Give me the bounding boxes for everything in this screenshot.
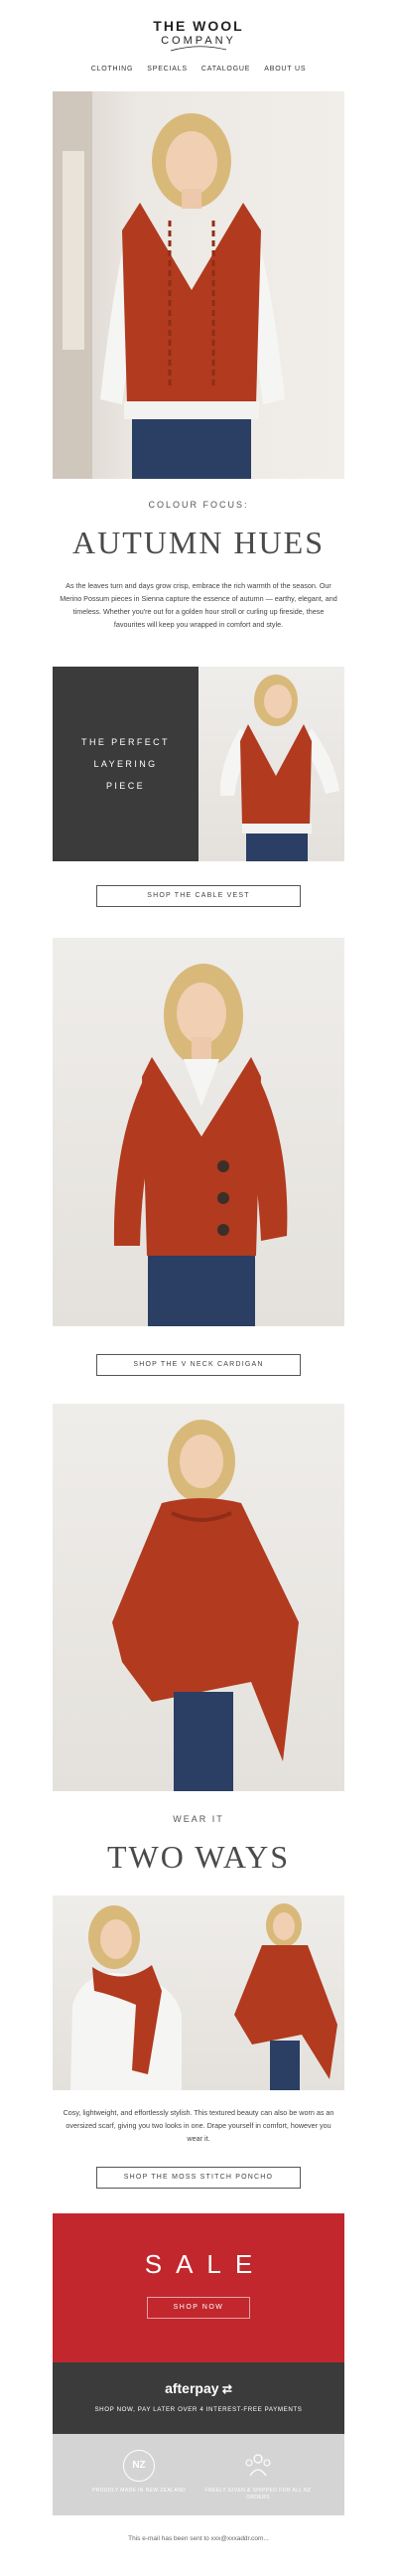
- badge-free-shipping-text: FREELY GIVEN & SHIPPED FOR ALL NZ ORDERS: [204, 2488, 312, 2500]
- email-page: THE WOOL COMPANY CLOTHING SPECIALS CATAL…: [0, 0, 397, 2576]
- panel-line-1: THE PERFECT: [81, 737, 170, 747]
- poncho-body-text: Cosy, lightweight, and effortlessly styl…: [63, 2108, 334, 2143]
- nav-clothing[interactable]: CLOTHING: [91, 66, 134, 73]
- hero-image[interactable]: [53, 91, 344, 479]
- autumn-hues-title: AUTUMN HUES: [72, 525, 325, 560]
- panel-line-3: PIECE: [105, 781, 145, 791]
- nav-about-us[interactable]: ABOUT US: [264, 66, 306, 73]
- brand-logo-line1: THE WOOL: [153, 18, 244, 34]
- afterpay-logo-text: afterpay: [165, 2380, 219, 2396]
- sale-title: SALE: [144, 2249, 267, 2279]
- two-ways-title: TWO WAYS: [106, 1839, 290, 1875]
- people-icon-svg: [245, 2454, 271, 2477]
- shop-cable-vest-button[interactable]: SHOP THE CABLE VEST: [96, 885, 301, 907]
- wear-it-label: WEAR IT: [173, 1814, 224, 1824]
- vest-image[interactable]: [198, 667, 344, 861]
- scarf-way-image[interactable]: [53, 1895, 198, 2090]
- brand-logo-line2: COMPANY: [161, 35, 236, 47]
- hero-model-illustration: [53, 91, 285, 479]
- trust-badges: NZ PROUDLY MADE IN NEW ZEALAND FREELY GI…: [53, 2434, 344, 2515]
- cardigan-model-illustration: [113, 964, 288, 1326]
- afterpay-text: SHOP NOW, PAY LATER OVER 4 INTEREST-FREE…: [94, 2406, 303, 2413]
- nz-icon: NZ: [123, 2450, 155, 2482]
- footer-text: This e-mail has been sent to xxx@xxxaddr…: [128, 2535, 269, 2542]
- sale-shop-now-button[interactable]: SHOP NOW: [147, 2297, 250, 2319]
- layering-piece-panel: THE PERFECT LAYERING PIECE: [53, 667, 198, 861]
- cardigan-image[interactable]: [53, 938, 344, 1326]
- vest-model-illustration: [219, 675, 339, 861]
- poncho-image[interactable]: [53, 1404, 344, 1791]
- poncho-way-model-illustration: [234, 1903, 337, 2090]
- nav-specials[interactable]: SPECIALS: [147, 66, 188, 73]
- main-nav: CLOTHING SPECIALS CATALOGUE ABOUT US: [0, 66, 397, 73]
- brand-logo[interactable]: THE WOOL COMPANY: [0, 18, 397, 53]
- people-icon: [242, 2450, 274, 2482]
- sale-banner[interactable]: SALE SHOP NOW: [53, 2213, 344, 2362]
- shop-moss-stitch-poncho-button[interactable]: SHOP THE MOSS STITCH PONCHO: [96, 2167, 301, 2189]
- nav-catalogue[interactable]: CATALOGUE: [201, 66, 250, 73]
- panel-line-2: LAYERING: [93, 759, 158, 769]
- afterpay-logo: afterpay ⇄: [53, 2380, 344, 2396]
- shop-v-neck-cardigan-button[interactable]: SHOP THE V NECK CARDIGAN: [96, 1354, 301, 1376]
- badge-free-shipping: FREELY GIVEN & SHIPPED FOR ALL NZ ORDERS: [203, 2450, 313, 2501]
- badge-made-in-nz: NZ PROUDLY MADE IN NEW ZEALAND: [84, 2450, 194, 2495]
- poncho-model-illustration: [112, 1420, 299, 1791]
- afterpay-banner[interactable]: afterpay ⇄ SHOP NOW, PAY LATER OVER 4 IN…: [53, 2362, 344, 2434]
- scarf-model-illustration: [70, 1905, 182, 2090]
- intro-body-text: As the leaves turn and days grow crisp, …: [60, 581, 337, 629]
- colour-focus-label: COLOUR FOCUS:: [148, 500, 249, 510]
- poncho-way-image[interactable]: [198, 1895, 344, 2090]
- afterpay-arrows-icon: ⇄: [218, 2382, 232, 2396]
- badge-made-in-nz-text: PROUDLY MADE IN NEW ZEALAND: [91, 2488, 187, 2494]
